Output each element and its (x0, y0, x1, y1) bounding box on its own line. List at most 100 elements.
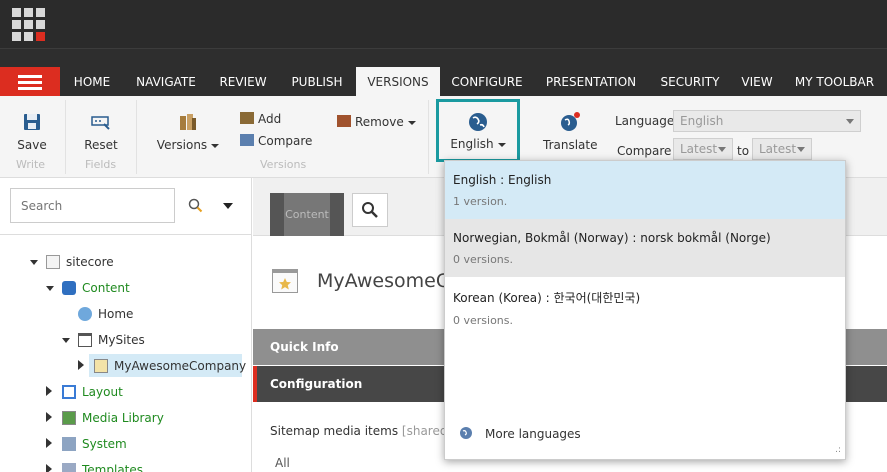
tree-item-system[interactable]: System (82, 437, 127, 451)
more-languages-link[interactable]: More languages (459, 426, 581, 441)
search-icon[interactable] (188, 198, 204, 214)
compare-button[interactable]: Compare (240, 134, 312, 148)
remove-label: Remove (355, 115, 404, 129)
chevron-down-icon (407, 120, 416, 125)
compare-from-value: Latest (680, 142, 718, 156)
tree-item-sitecore[interactable]: sitecore (66, 255, 114, 269)
tree-divider (0, 234, 252, 235)
compare-to-value: Latest (759, 142, 797, 156)
compare-from-select[interactable]: Latest (673, 138, 733, 160)
language-select[interactable]: English (673, 110, 861, 132)
save-button[interactable]: Save (14, 112, 50, 152)
tree-item-home[interactable]: Home (98, 307, 133, 321)
search-input[interactable] (10, 188, 175, 223)
add-version-button[interactable]: Add (240, 112, 281, 126)
remove-button[interactable]: Remove (337, 115, 416, 129)
tree-item-myawesomecompany[interactable]: MyAwesomeCompany (114, 359, 246, 373)
magnifier-icon (362, 202, 378, 218)
field-value: All (275, 456, 290, 470)
versions-icon (180, 114, 196, 130)
globe-icon (469, 113, 487, 131)
language-select-value: English (680, 114, 724, 128)
language-option-name: English : English (453, 173, 552, 187)
group-caption-write: Write (16, 158, 46, 171)
reset-label: Reset (84, 138, 118, 152)
more-languages-label: More languages (485, 427, 581, 441)
tab-content[interactable]: Content (270, 193, 344, 236)
image-icon (62, 411, 76, 425)
language-dropdown: English : English 1 version. Norwegian, … (444, 160, 846, 460)
versions-button[interactable]: Versions (156, 112, 220, 152)
launchpad-icon[interactable] (12, 8, 46, 42)
collapse-arrow-icon[interactable] (46, 412, 52, 422)
language-option-name: Korean (Korea) : 한국어(대한민국) (453, 291, 641, 305)
ribbon-tabs: HOME NAVIGATE REVIEW PUBLISH VERSIONS CO… (0, 48, 887, 97)
tab-publish[interactable]: PUBLISH (278, 67, 356, 97)
tab-home[interactable]: HOME (60, 67, 124, 97)
language-option-english[interactable]: English : English 1 version. (445, 161, 845, 219)
group-separator (136, 100, 137, 174)
remove-icon (337, 115, 351, 127)
templates-icon (62, 463, 76, 472)
collapse-arrow-icon[interactable] (78, 360, 84, 370)
resize-grip-icon[interactable]: .: (835, 445, 841, 455)
collapse-arrow-icon[interactable] (46, 386, 52, 396)
translate-button[interactable]: Translate (543, 112, 598, 152)
content-cubes-icon (62, 281, 76, 295)
chevron-down-icon (497, 142, 506, 147)
reset-button[interactable]: Reset (82, 112, 120, 152)
expand-arrow-icon[interactable] (46, 286, 54, 291)
language-option-name: Norwegian, Bokmål (Norway) : norsk bokmå… (453, 231, 771, 245)
search-tab-button[interactable] (352, 193, 388, 227)
language-option-versions: 0 versions. (453, 314, 514, 327)
group-caption-fields: Fields (85, 158, 117, 171)
tab-navigate[interactable]: NAVIGATE (124, 67, 208, 97)
group-separator (428, 100, 429, 174)
chevron-down-icon (718, 147, 726, 152)
tab-security[interactable]: SECURITY (648, 67, 732, 97)
expand-arrow-icon[interactable] (30, 260, 38, 265)
tree-item-media-library[interactable]: Media Library (82, 411, 164, 425)
translate-label: Translate (543, 138, 598, 152)
item-title: MyAwesomeCo (317, 270, 461, 292)
tree-item-templates[interactable]: Templates (82, 463, 143, 472)
tab-presentation[interactable]: PRESENTATION (534, 67, 648, 97)
chevron-down-icon (211, 143, 220, 148)
content-tree-panel: sitecore Content Home MySites MyAwesomeC… (0, 178, 252, 472)
tree-item-mysites[interactable]: MySites (98, 333, 145, 347)
system-icon (62, 437, 76, 451)
reset-fields-icon (91, 116, 110, 130)
globe-icon (460, 427, 472, 439)
collapse-arrow-icon[interactable] (46, 438, 52, 448)
search-options-chevron-icon[interactable] (223, 203, 233, 209)
tab-my-toolbar[interactable]: MY TOOLBAR (782, 67, 887, 97)
top-bar (0, 0, 887, 48)
language-option-korean[interactable]: Korean (Korea) : 한국어(대한민국) 0 versions. (445, 277, 845, 335)
menu-icon[interactable] (0, 67, 60, 97)
group-caption-versions: Versions (260, 158, 307, 171)
tab-review[interactable]: REVIEW (208, 67, 278, 97)
save-icon (24, 114, 40, 130)
save-label: Save (17, 138, 47, 152)
compare-to-select[interactable]: Latest (752, 138, 812, 160)
window-icon (78, 333, 92, 347)
language-option-norwegian[interactable]: Norwegian, Bokmål (Norway) : norsk bokmå… (445, 219, 845, 277)
home-icon (78, 307, 92, 321)
tab-versions[interactable]: VERSIONS (356, 67, 440, 97)
tab-content-label: Content (285, 208, 329, 221)
add-label: Add (258, 112, 282, 126)
tree-item-layout[interactable]: Layout (82, 385, 123, 399)
page-icon (46, 255, 60, 269)
tree-item-content[interactable]: Content (82, 281, 130, 295)
versions-label: Versions (156, 138, 208, 152)
language-button-label: English (450, 137, 494, 151)
add-version-icon (240, 112, 254, 124)
collapse-arrow-icon[interactable] (46, 464, 52, 472)
layout-icon (62, 385, 76, 399)
tab-configure[interactable]: CONFIGURE (440, 67, 534, 97)
tab-view[interactable]: VIEW (732, 67, 782, 97)
field-label-text: Sitemap media items (270, 424, 399, 438)
language-button[interactable]: English (436, 99, 520, 162)
chevron-down-icon (797, 147, 805, 152)
expand-arrow-icon[interactable] (62, 338, 70, 343)
